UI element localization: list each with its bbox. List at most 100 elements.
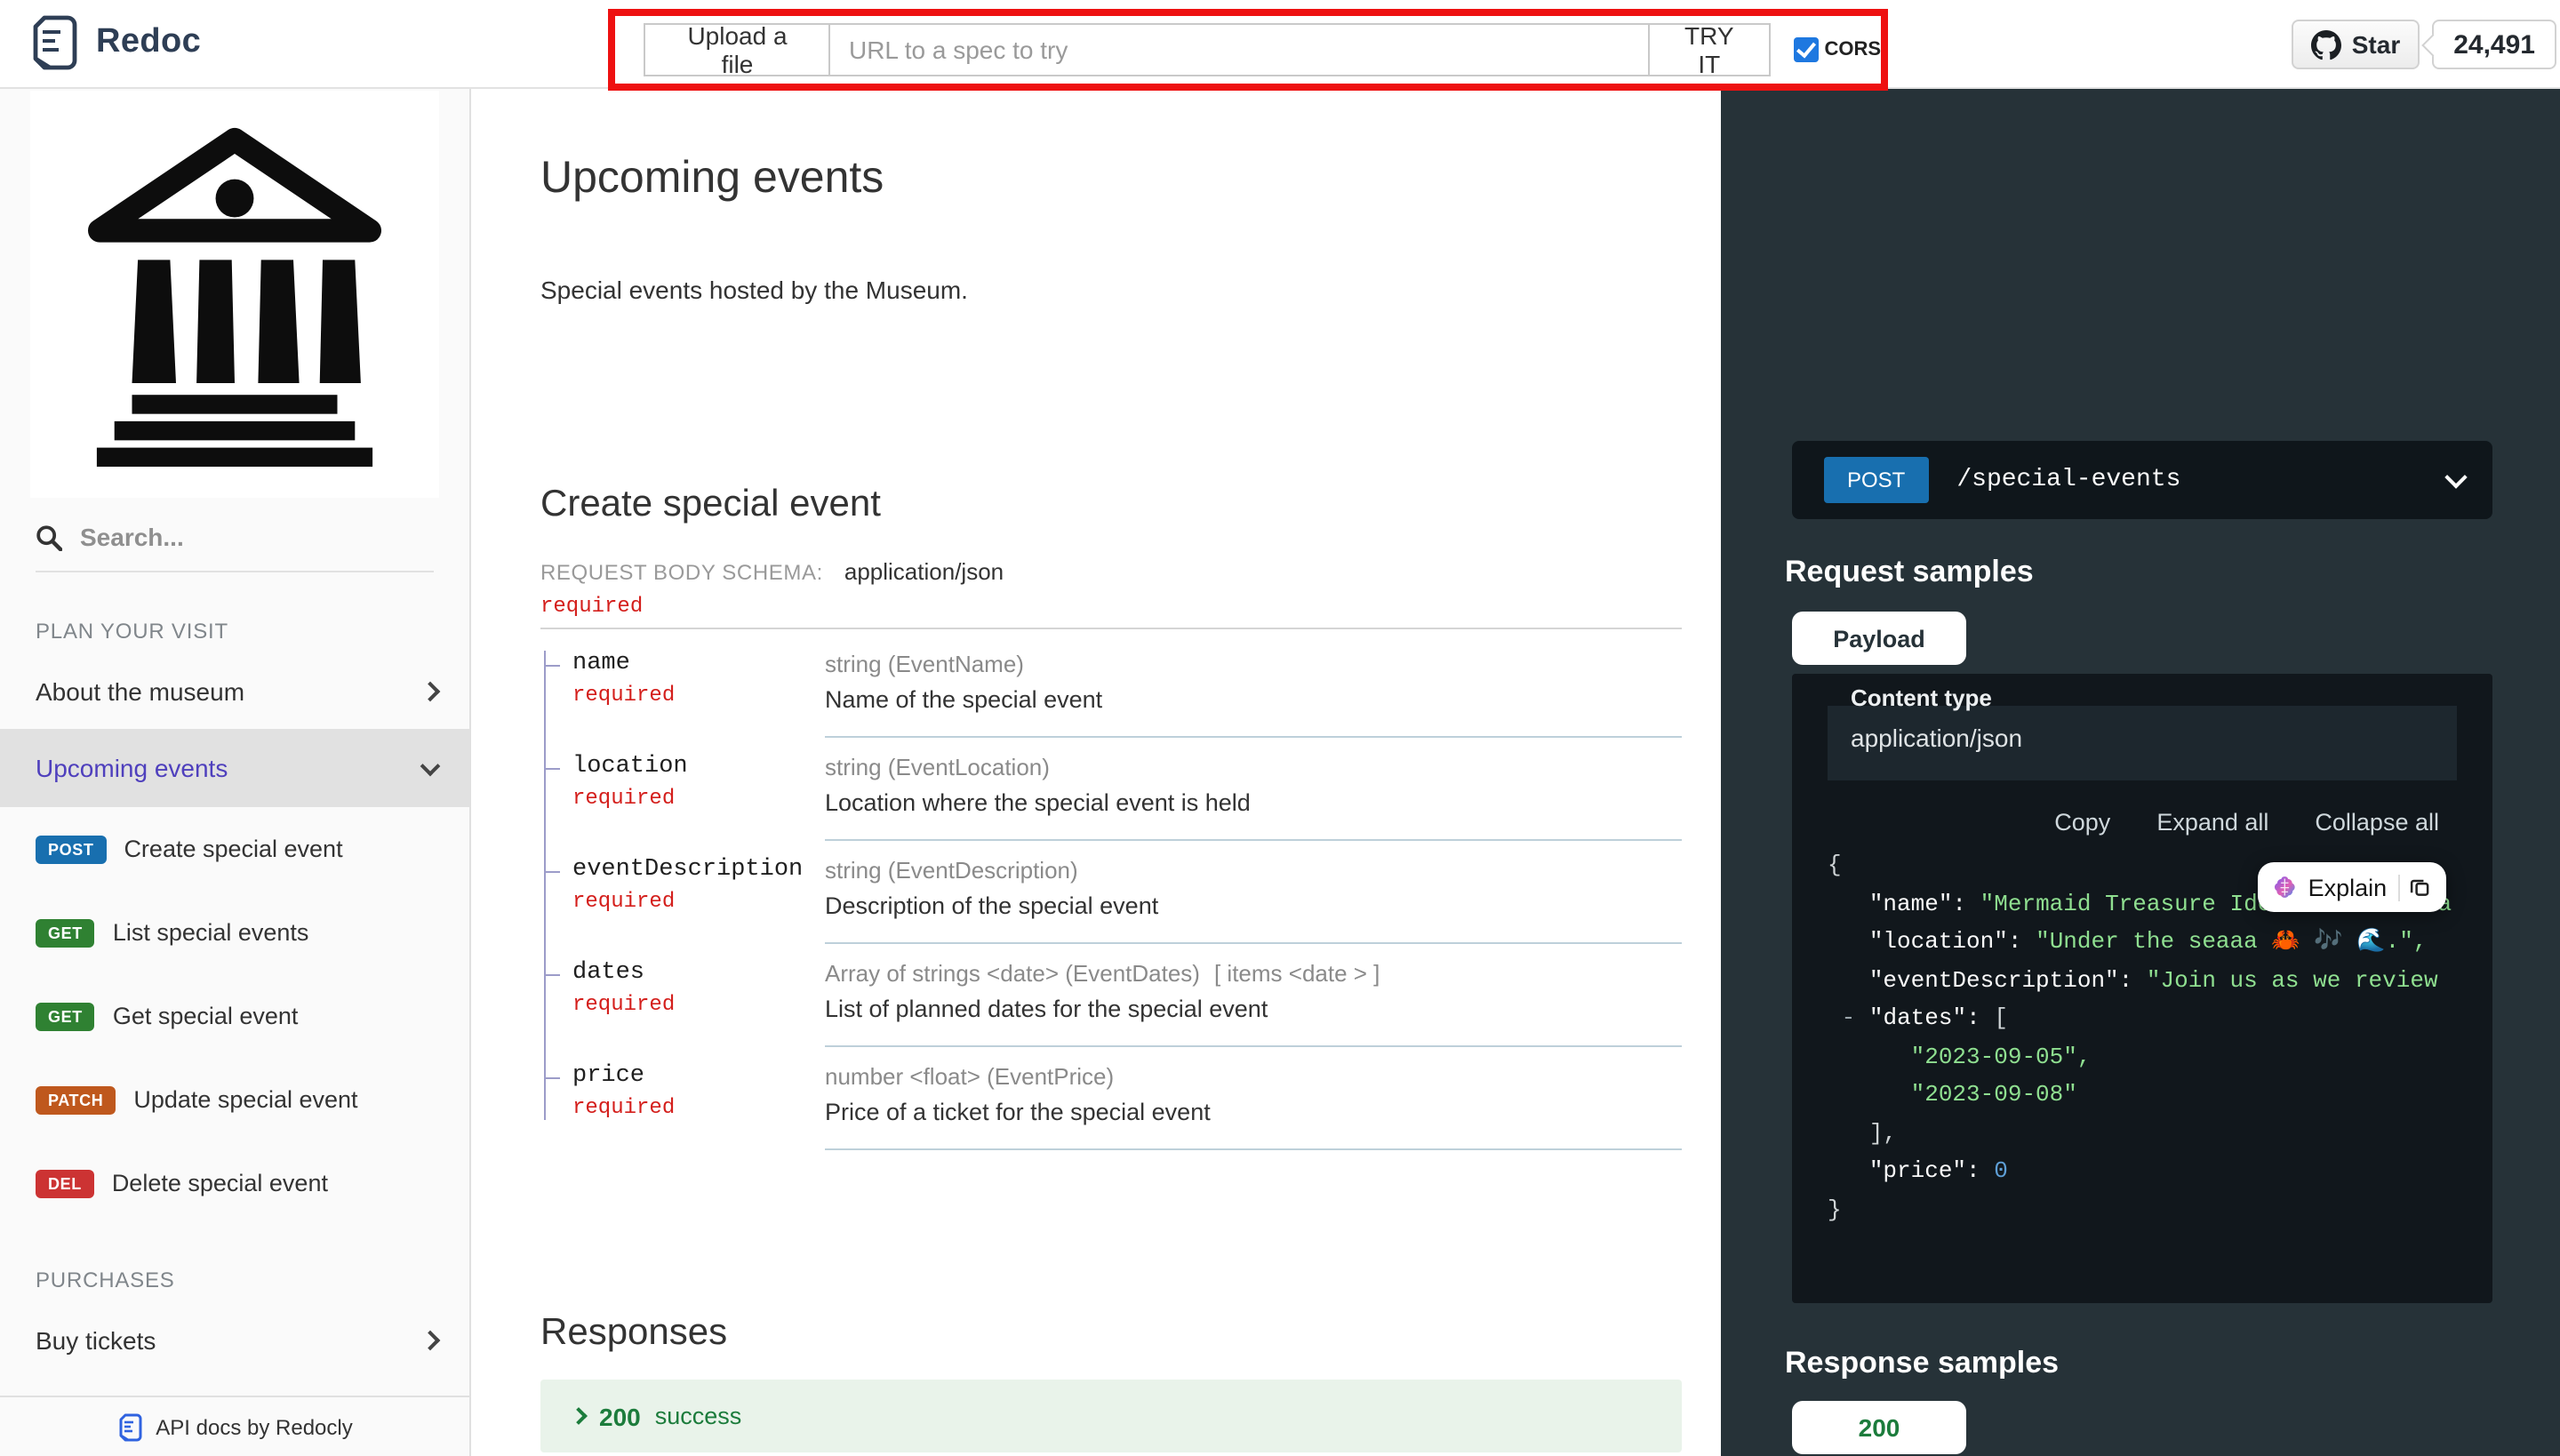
sidebar-item-create-special-event[interactable]: POST Create special event [0,807,469,891]
page-subtitle: Special events hosted by the Museum. [540,276,968,304]
field-type: Array of strings <date> (EventDates) [825,960,1200,987]
try-it-button[interactable]: TRY IT [1647,23,1771,76]
github-octocat-icon [2311,29,2341,60]
response-code: 200 [599,1402,641,1430]
response-samples-title: Response samples [1785,1346,2059,1381]
spec-url-input[interactable] [831,23,1649,76]
field-name[interactable]: eventDescription [572,857,825,884]
schema-table: name required string (EventName) Name of… [540,644,1682,1150]
sidebar-item-about-the-museum[interactable]: About the museum [0,654,469,729]
field-required: required [572,1095,825,1120]
field-required: required [572,992,825,1017]
get-badge: GET [36,918,95,947]
field-row-price: price required number <float> (EventPric… [540,1047,1682,1150]
field-type: string (EventDescription) [825,857,1682,884]
copy-icon[interactable] [2410,875,2432,900]
sidebar-item-get-special-event[interactable]: GET Get special event [0,974,469,1058]
chevron-right-icon [420,682,441,702]
cors-label: CORS [1824,39,1881,60]
github-star-button[interactable]: Star [2292,20,2420,69]
field-row-dates: dates required Array of strings <date> (… [540,944,1682,1047]
main-content: Upcoming events Special events hosted by… [473,89,1721,1456]
field-name[interactable]: location [572,754,825,780]
field-required: required [572,889,825,914]
tree-tick [544,974,560,976]
field-items: [ items <date > ] [1214,960,1380,987]
response-label: success [655,1403,742,1429]
sidebar-footer[interactable]: API docs by Redocly [0,1396,469,1456]
field-type: string (EventLocation) [825,754,1682,780]
chevron-down-icon [420,756,441,776]
chevron-right-icon [420,1331,441,1351]
delete-badge: DEL [36,1169,94,1197]
redocly-footer-icon [116,1412,143,1441]
payload-tab[interactable]: Payload [1792,612,1966,665]
tree-tick [544,871,560,873]
search-field[interactable]: Search... [36,523,434,572]
cors-control[interactable]: CORS [1794,37,1881,62]
field-description: Location where the special event is held [825,789,1682,816]
cors-checkbox-checked[interactable] [1794,37,1819,62]
sidebar-item-update-special-event[interactable]: PATCH Update special event [0,1058,469,1141]
operation-title: Create special event [540,484,881,526]
copy-button[interactable]: Copy [2054,809,2110,836]
museum-building-icon [59,118,411,470]
expand-chevron-icon [570,1407,588,1425]
field-description: Price of a ticket for the special event [825,1099,1682,1125]
schema-content-type: application/json [844,558,1004,585]
field-type: number <float> (EventPrice) [825,1063,1682,1090]
collapse-all-button[interactable]: Collapse all [2315,809,2439,836]
method-badge: POST [1824,457,1928,503]
github-star-count[interactable]: 24,491 [2432,20,2556,69]
request-samples-title: Request samples [1785,555,2034,590]
sidebar-item-buy-tickets[interactable]: Buy tickets [0,1303,469,1378]
request-body-schema-label: REQUEST BODY SCHEMA:application/json [540,558,1004,585]
response-200-tab[interactable]: 200 [1792,1401,1966,1454]
field-type: string (EventName) [825,651,1682,677]
upload-file-button[interactable]: Upload a file [644,23,831,76]
redoc-page: Redoc Upload a file TRY IT CORS Star 24,… [0,0,2560,1456]
tree-tick [544,768,560,770]
sidebar-item-delete-special-event[interactable]: DEL Delete special event [0,1141,469,1225]
field-description: Name of the special event [825,686,1682,713]
search-icon [36,524,62,550]
field-row-name: name required string (EventName) Name of… [540,644,1682,738]
museum-logo [30,91,439,498]
divider [2397,874,2399,900]
request-sample-code-block: Content type application/json Copy Expan… [1792,674,2492,1303]
search-placeholder: Search... [80,523,184,551]
field-description: List of planned dates for the special ev… [825,996,1682,1022]
content-type-value: application/json [1851,724,2022,752]
sidebar: Search... PLAN YOUR VISIT About the muse… [0,89,471,1456]
chevron-down-icon [2444,465,2467,487]
field-required: required [572,683,825,708]
top-bar: Redoc Upload a file TRY IT CORS Star 24,… [0,0,2560,89]
explain-label: Explain [2308,874,2388,900]
field-required: required [572,786,825,811]
patch-badge: PATCH [36,1085,116,1114]
explain-overlay[interactable]: Explain [2258,862,2446,912]
sidebar-item-upcoming-events[interactable]: Upcoming events [0,729,469,807]
content-type-label: Content type [1851,684,1992,711]
field-name[interactable]: price [572,1063,825,1090]
field-row-eventDescription: eventDescription required string (EventD… [540,841,1682,944]
schema-divider [540,628,1682,629]
sidebar-item-list-special-events[interactable]: GET List special events [0,891,469,974]
redoc-logo-icon [28,14,82,71]
tree-tick [544,665,560,667]
responses-title: Responses [540,1312,727,1355]
post-badge: POST [36,835,106,863]
endpoint-path: /special-events [1956,466,2180,494]
redoc-brand: Redoc [28,14,201,71]
response-200-row[interactable]: 200 success [540,1380,1682,1452]
right-panel: POST /special-events Request samples Pay… [1721,89,2560,1456]
endpoint-dropdown[interactable]: POST /special-events [1792,441,2492,519]
expand-all-button[interactable]: Expand all [2156,809,2268,836]
collapse-toggle[interactable]: - [1842,1004,1856,1031]
field-row-location: location required string (EventLocation)… [540,738,1682,841]
field-name[interactable]: name [572,651,825,677]
code-actions: Copy Expand all Collapse all [2054,809,2439,836]
schema-required-flag: required [540,594,643,619]
footer-label: API docs by Redocly [156,1414,352,1439]
field-name[interactable]: dates [572,960,825,987]
